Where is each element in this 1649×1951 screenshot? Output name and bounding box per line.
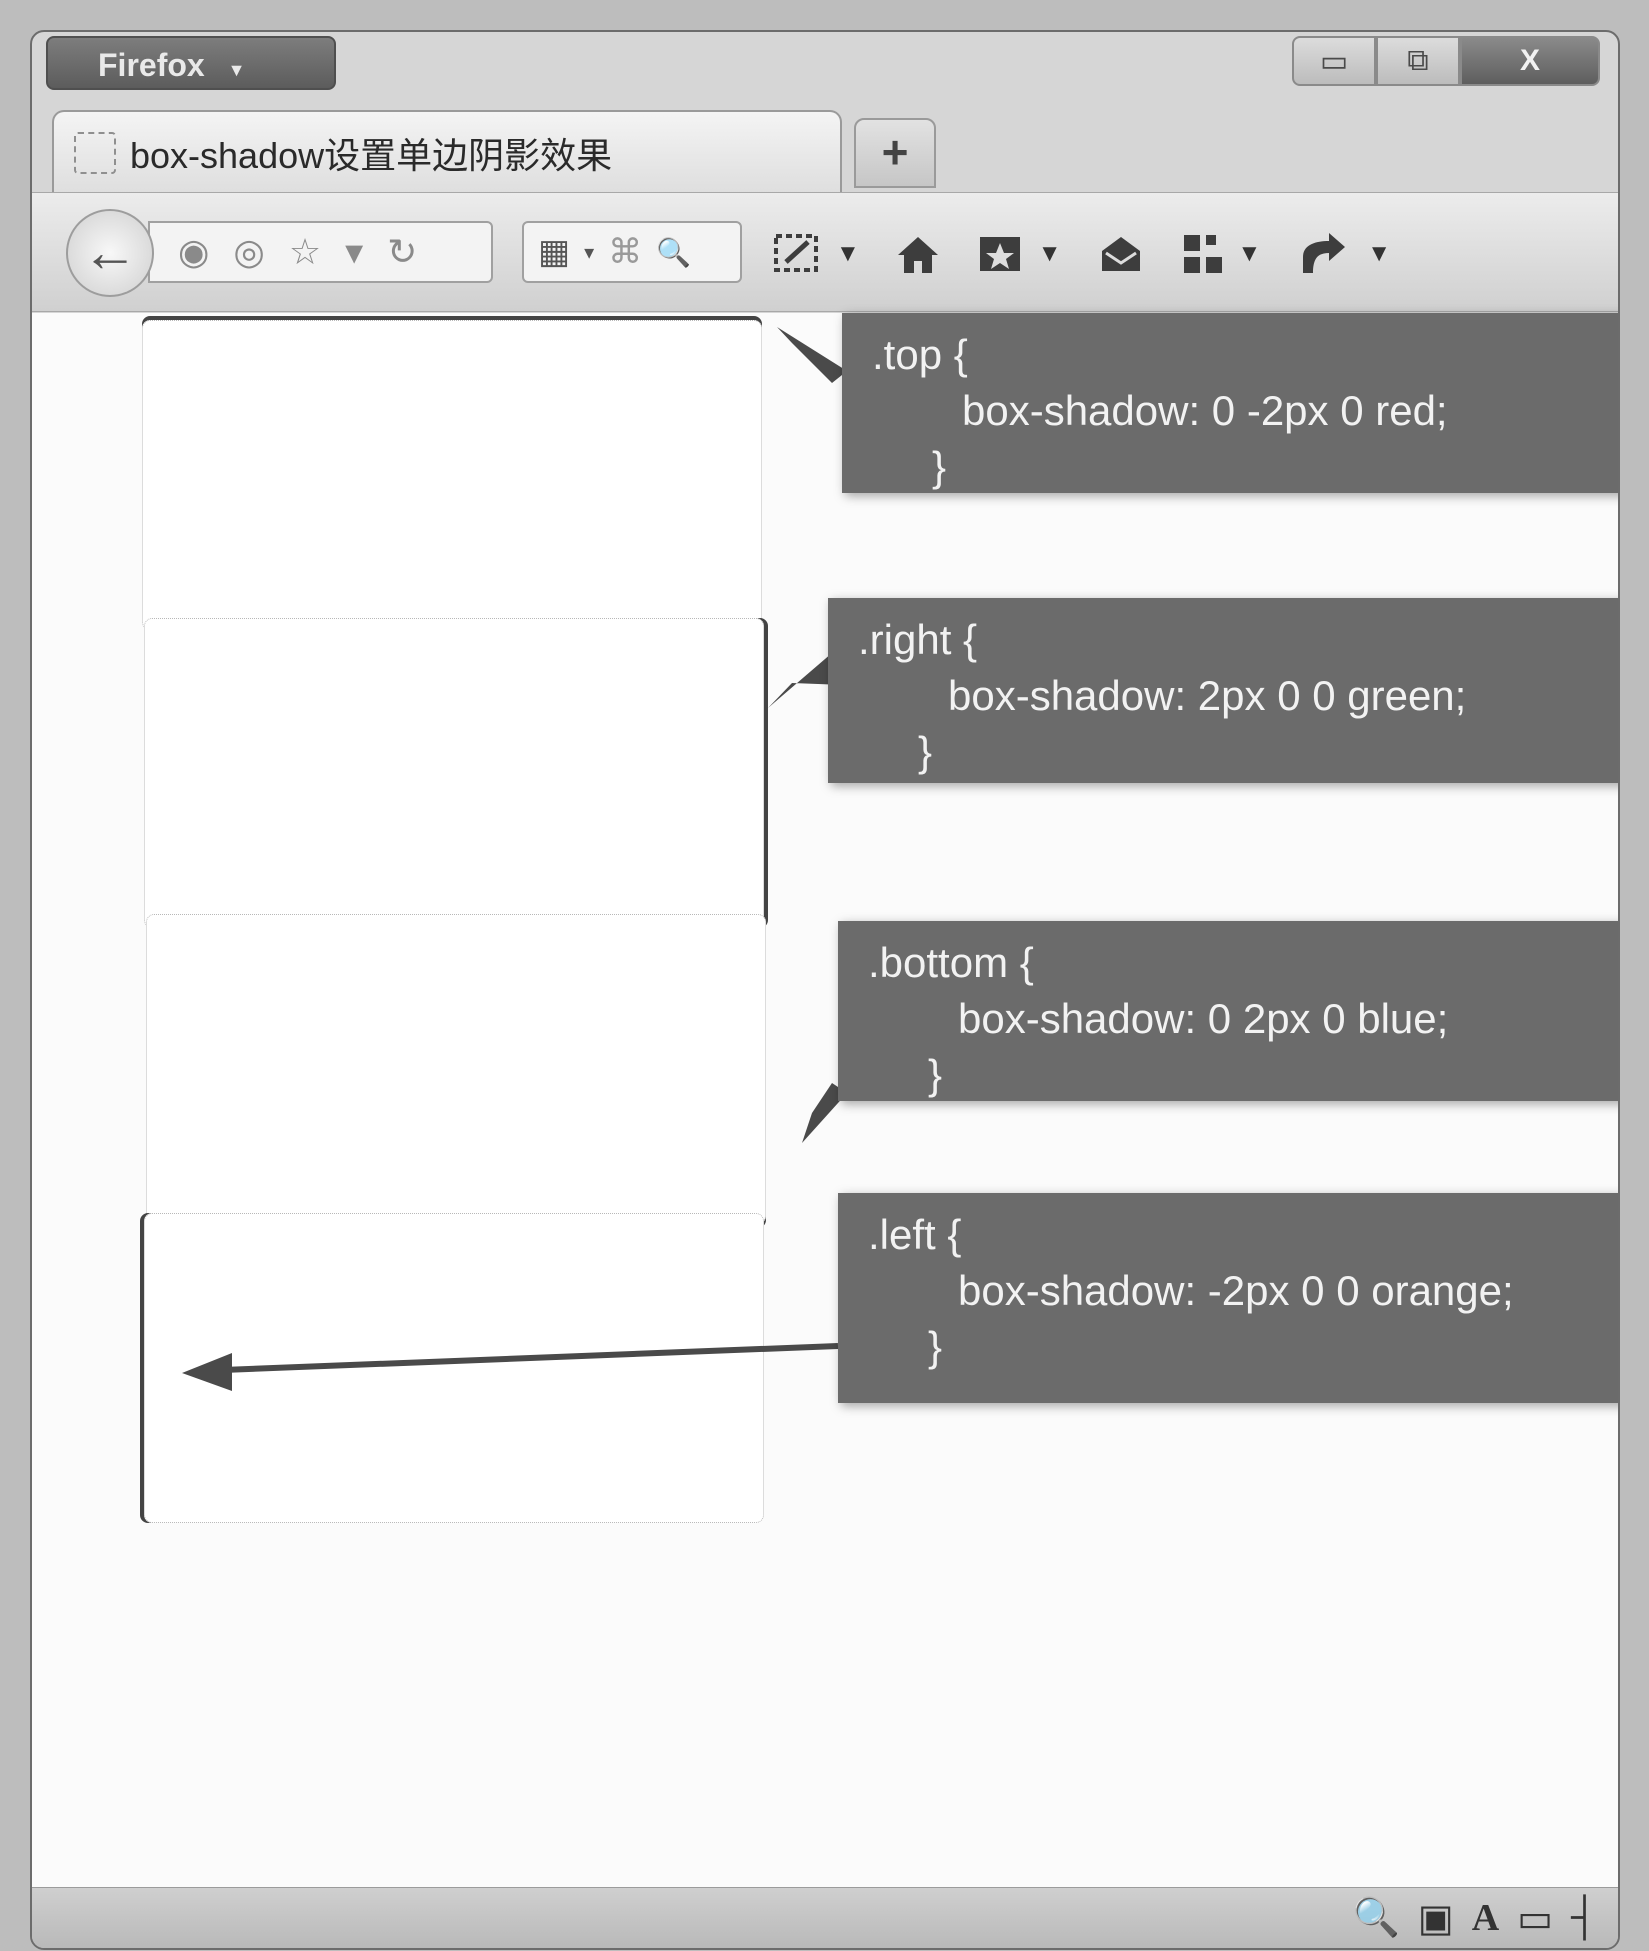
search-icon[interactable]: 🔍 <box>656 236 691 269</box>
callout-left: .left { box-shadow: -2px 0 0 orange;} <box>838 1193 1618 1403</box>
reload-icon[interactable]: ↻ <box>387 231 417 273</box>
callout-right-selector: .right { <box>858 616 978 663</box>
chevron-down-icon: ▼ <box>227 60 246 80</box>
page-style-icon[interactable]: ▣ <box>1418 1896 1454 1941</box>
tab-title: box-shadow设置单边阴影效果 <box>130 135 613 176</box>
demo-box-left <box>144 1213 764 1523</box>
bookmarks-dropdown-icon[interactable]: ▼ <box>1038 240 1062 268</box>
tab-active[interactable]: box-shadow设置单边阴影效果 <box>52 110 842 194</box>
identity-icon[interactable]: ◉ <box>178 231 209 273</box>
search-engine-dropdown-icon[interactable]: ▾ <box>584 240 594 265</box>
demo-box-top <box>142 320 762 630</box>
callout-bottom-selector: .bottom { <box>868 939 1034 986</box>
page-content: .top { box-shadow: 0 -2px 0 red;} .right … <box>32 313 1618 1893</box>
search-bar[interactable]: ▦ ▾ ⌘ 🔍 <box>522 221 742 283</box>
callout-left-selector: .left { <box>868 1211 962 1258</box>
demo-box-bottom <box>146 914 766 1224</box>
new-tab-button[interactable]: + <box>854 118 936 188</box>
window-controls: ▭ ⧉ X <box>1292 36 1600 86</box>
callout-top-selector: .top { <box>872 331 968 378</box>
callout-bottom-declaration: box-shadow: 0 2px 0 blue; <box>958 995 1449 1042</box>
callout-bottom: .bottom { box-shadow: 0 2px 0 blue;} <box>838 921 1618 1101</box>
arrow-top <box>777 327 847 383</box>
callout-top-close: } <box>932 443 947 490</box>
zoom-icon[interactable]: 🔍 <box>1352 1896 1399 1941</box>
restore-icon: ⧉ <box>1407 44 1429 77</box>
callout-bottom-close: } <box>928 1051 943 1098</box>
firefox-menu-label: Firefox <box>98 47 205 83</box>
url-bar[interactable]: ◉ ◎ ☆ ▾ ↻ <box>148 221 493 283</box>
mail-icon[interactable] <box>1096 231 1146 277</box>
callout-top-declaration: box-shadow: 0 -2px 0 red; <box>962 387 1448 434</box>
restore-button[interactable]: ⧉ <box>1376 36 1460 86</box>
callout-left-declaration: box-shadow: -2px 0 0 orange; <box>958 1267 1514 1314</box>
bookmarks-icon[interactable] <box>976 231 1026 277</box>
home-icon[interactable] <box>894 231 942 277</box>
share-icon[interactable] <box>1295 231 1355 277</box>
minimize-icon: ▭ <box>1319 44 1349 78</box>
firefox-menu-button[interactable]: Firefox ▼ <box>46 36 336 90</box>
bookmark-star-icon[interactable]: ☆ <box>289 231 321 273</box>
callout-right-close: } <box>918 728 933 775</box>
addons-dropdown-icon[interactable]: ▼ <box>1238 240 1262 268</box>
toolbar-buttons: ▼ ▼ ▼ ▼ <box>772 223 1391 285</box>
minimize-button[interactable]: ▭ <box>1292 36 1376 86</box>
search-engine-icon[interactable]: ▦ <box>538 232 570 272</box>
demo-box-right <box>144 618 764 928</box>
callout-right-declaration: box-shadow: 2px 0 0 green; <box>948 672 1467 719</box>
screenshot-dropdown-icon[interactable]: ▼ <box>836 240 860 268</box>
window-icon[interactable]: ▭ <box>1517 1896 1553 1941</box>
back-button[interactable]: ← <box>66 209 154 297</box>
callout-top: .top { box-shadow: 0 -2px 0 red;} <box>842 313 1618 493</box>
browser-window: Firefox ▼ ▭ ⧉ X box-shadow设置单边阴影效果 + ◉ ◎… <box>30 30 1620 1950</box>
search-input[interactable]: ⌘ <box>608 232 642 272</box>
navigation-toolbar: ◉ ◎ ☆ ▾ ↻ ← ▦ ▾ ⌘ 🔍 ▼ ▼ ▼ ▼ <box>32 192 1618 312</box>
callout-right: .right { box-shadow: 2px 0 0 green;} <box>828 598 1618 783</box>
status-icons: 🔍 ▣ A ▭ ┤ <box>1352 1896 1598 1941</box>
font-icon[interactable]: A <box>1472 1896 1499 1941</box>
share-dropdown-icon[interactable]: ▼ <box>1367 240 1391 268</box>
site-info-icon[interactable]: ◎ <box>233 231 264 273</box>
callout-left-close: } <box>928 1323 943 1370</box>
resize-grip-icon[interactable]: ┤ <box>1571 1896 1598 1941</box>
page-favicon-icon <box>74 132 116 174</box>
history-dropdown-icon[interactable]: ▾ <box>345 231 363 273</box>
status-bar: 🔍 ▣ A ▭ ┤ <box>32 1887 1618 1948</box>
close-icon: X <box>1519 44 1540 77</box>
screenshot-icon[interactable] <box>772 230 824 278</box>
back-arrow-icon: ← <box>82 220 138 283</box>
addons-icon[interactable] <box>1180 231 1226 277</box>
close-button[interactable]: X <box>1460 36 1600 86</box>
